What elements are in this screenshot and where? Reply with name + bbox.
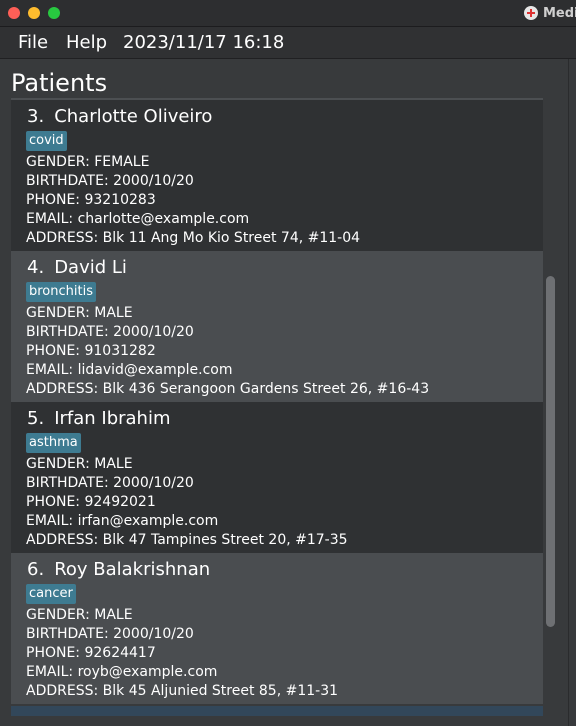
condition-tag: cancer xyxy=(26,584,76,604)
patient-email: EMAIL: lidavid@example.com xyxy=(26,362,233,378)
patient-birthdate: BIRTHDATE: 2000/10/20 xyxy=(26,324,194,340)
patient-address: ADDRESS: Blk 45 Aljunied Street 85, #11-… xyxy=(26,683,339,699)
menu-help[interactable]: Help xyxy=(66,32,107,53)
patient-card[interactable]: 5. Irfan Ibrahim asthma GENDER: MALE BIRT… xyxy=(11,402,543,553)
app-title-text: Medi xyxy=(543,5,576,21)
patient-phone: PHONE: 93210283 xyxy=(26,192,156,208)
condition-tag: asthma xyxy=(26,433,81,453)
patient-name-line: 4. David Li xyxy=(27,257,127,278)
patient-name: Irfan Ibrahim xyxy=(54,408,171,429)
patient-card[interactable]: 4. David Li bronchitis GENDER: MALE BIRTH… xyxy=(11,251,543,402)
app-cross-icon xyxy=(524,6,538,20)
condition-tag: covid xyxy=(26,131,67,151)
patient-phone: PHONE: 92492021 xyxy=(26,494,156,510)
patient-phone: PHONE: 92624417 xyxy=(26,645,156,661)
datetime-display: 2023/11/17 16:18 xyxy=(123,32,285,53)
patient-birthdate: BIRTHDATE: 2000/10/20 xyxy=(26,475,194,491)
close-window-button[interactable] xyxy=(8,7,20,19)
patient-name-line: 5. Irfan Ibrahim xyxy=(27,408,171,429)
patient-card[interactable]: 6. Roy Balakrishnan cancer GENDER: MALE B… xyxy=(11,553,543,704)
patient-name-line: 3. Charlotte Oliveiro xyxy=(27,106,212,127)
window-title-bar: Medi xyxy=(0,0,576,27)
patient-gender: GENDER: FEMALE xyxy=(26,154,150,170)
patient-gender: GENDER: MALE xyxy=(26,305,133,321)
patient-gender: GENDER: MALE xyxy=(26,456,133,472)
menu-file[interactable]: File xyxy=(18,32,48,53)
patient-card[interactable]: 3. Charlotte Oliveiro covid GENDER: FEMAL… xyxy=(11,100,543,251)
patient-index: 3. xyxy=(27,106,45,127)
patient-index: 4. xyxy=(27,257,45,278)
next-patient-card-edge[interactable] xyxy=(11,706,543,716)
list-scrollbar-thumb[interactable] xyxy=(546,276,555,627)
patient-address: ADDRESS: Blk 436 Serangoon Gardens Stree… xyxy=(26,381,430,397)
patient-address: ADDRESS: Blk 47 Tampines Street 20, #17-… xyxy=(26,532,348,548)
patient-phone: PHONE: 91031282 xyxy=(26,343,156,359)
panel-title: Patients xyxy=(11,69,108,97)
patient-name: Charlotte Oliveiro xyxy=(54,106,213,127)
patient-birthdate: BIRTHDATE: 2000/10/20 xyxy=(26,626,194,642)
patient-index: 5. xyxy=(27,408,45,429)
window-title: Medi xyxy=(524,4,576,22)
zoom-window-button[interactable] xyxy=(48,7,60,19)
patient-name: Roy Balakrishnan xyxy=(54,559,211,580)
patient-name-line: 6. Roy Balakrishnan xyxy=(27,559,210,580)
patient-name: David Li xyxy=(54,257,127,278)
patient-address: ADDRESS: Blk 11 Ang Mo Kio Street 74, #1… xyxy=(26,230,361,246)
menu-bar: File Help 2023/11/17 16:18 xyxy=(0,27,576,59)
minimize-window-button[interactable] xyxy=(28,7,40,19)
patient-list[interactable]: 3. Charlotte Oliveiro covid GENDER: FEMAL… xyxy=(11,98,543,716)
patient-index: 6. xyxy=(27,559,45,580)
patient-email: EMAIL: charlotte@example.com xyxy=(26,211,250,227)
patient-email: EMAIL: irfan@example.com xyxy=(26,513,219,529)
panel-divider xyxy=(568,59,569,726)
patient-birthdate: BIRTHDATE: 2000/10/20 xyxy=(26,173,194,189)
patient-email: EMAIL: royb@example.com xyxy=(26,664,218,680)
patient-gender: GENDER: MALE xyxy=(26,607,133,623)
condition-tag: bronchitis xyxy=(26,282,96,302)
